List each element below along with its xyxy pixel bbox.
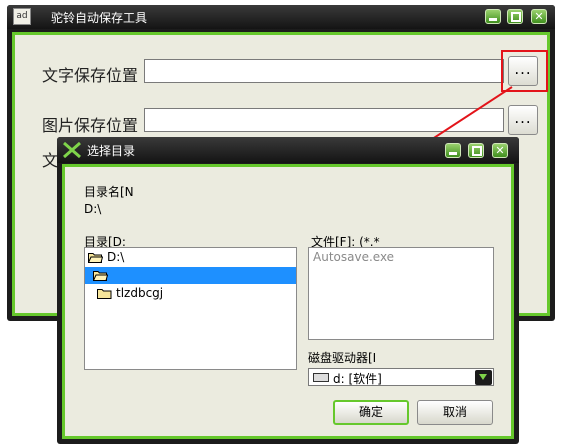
directory-label: D:\ — [107, 250, 125, 264]
directory-list[interactable]: D:\ tlzdbcgj — [84, 247, 297, 370]
dialog-titlebar[interactable]: 选择目录 ✕ — [57, 137, 519, 163]
minimize-icon — [446, 144, 460, 157]
drive-select[interactable]: d: [软件] — [308, 368, 494, 386]
file-list[interactable]: Autosave.exe — [308, 247, 494, 340]
folder-icon — [97, 288, 112, 299]
cancel-button[interactable]: 取消 — [417, 400, 493, 425]
dir-name-label: 目录名[N — [84, 185, 134, 199]
dialog-minimize-button[interactable] — [445, 143, 461, 158]
dialog-app-icon — [63, 142, 81, 158]
list-item-selected[interactable] — [85, 267, 296, 284]
ok-button[interactable]: 确定 — [333, 400, 409, 425]
chevron-down-icon[interactable] — [475, 370, 492, 385]
file-item[interactable]: Autosave.exe — [313, 250, 394, 264]
list-item[interactable]: tlzdbcgj — [85, 285, 296, 302]
list-item[interactable]: D:\ — [85, 249, 296, 266]
close-icon: ✕ — [495, 144, 505, 157]
select-directory-dialog: 选择目录 ✕ 目录名[N D:\ 目录[D: D:\ tlzdbcgj 文件[F… — [57, 137, 519, 444]
drives-label: 磁盘驱动器[I — [308, 351, 377, 365]
dialog-title: 选择目录 — [87, 144, 136, 158]
drive-icon — [313, 373, 329, 382]
dialog-close-button[interactable]: ✕ — [492, 143, 508, 158]
drive-select-value: d: [软件] — [333, 372, 382, 386]
maximize-icon — [469, 144, 483, 157]
directory-label: tlzdbcgj — [116, 286, 164, 300]
open-folder-icon — [88, 252, 103, 263]
dir-name-value[interactable]: D:\ — [84, 202, 101, 216]
dialog-maximize-button[interactable] — [468, 143, 484, 158]
dialog-content: 目录名[N D:\ 目录[D: D:\ tlzdbcgj 文件[F]: (*.*… — [62, 164, 514, 439]
open-folder-icon — [93, 270, 108, 281]
